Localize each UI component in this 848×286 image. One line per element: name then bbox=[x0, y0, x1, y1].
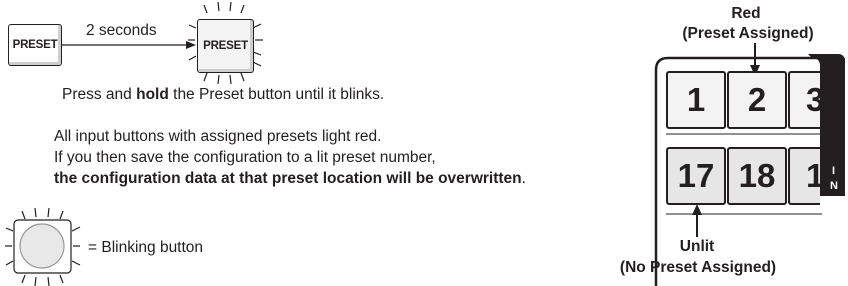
unlit-label-title: Unlit bbox=[679, 238, 715, 255]
input-button-19[interactable]: 19 bbox=[788, 147, 820, 205]
side-letter-n: N bbox=[830, 180, 838, 192]
unlit-label-subtitle: (No Preset Assigned) bbox=[619, 259, 777, 276]
input-button-3[interactable]: 3 bbox=[788, 71, 820, 129]
side-letter-i: I bbox=[832, 165, 836, 177]
input-button-1[interactable]: 1 bbox=[666, 71, 726, 129]
input-button-2[interactable]: 2 bbox=[727, 71, 787, 129]
input-button-17[interactable]: 17 bbox=[666, 147, 726, 205]
input-button-18[interactable]: 18 bbox=[727, 147, 787, 205]
